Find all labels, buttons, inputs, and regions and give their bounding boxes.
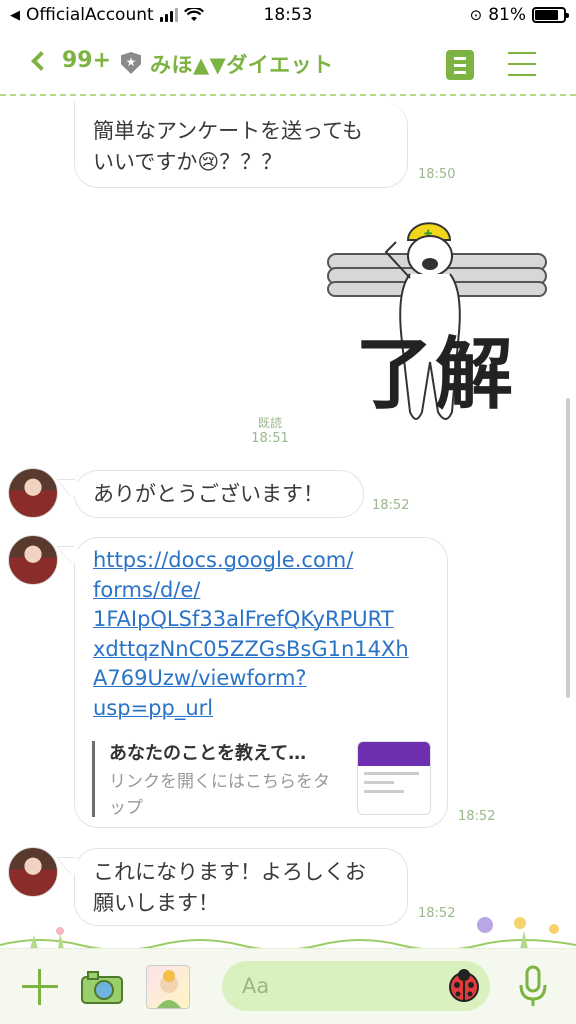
link-line[interactable]: forms/d/e/ xyxy=(93,576,429,606)
avatar[interactable] xyxy=(8,535,58,585)
unread-count: 99+ xyxy=(62,48,112,73)
preview-thumbnail xyxy=(357,741,431,815)
link-line[interactable]: A769Uzw/viewform? xyxy=(93,664,429,694)
battery-percent: 81% xyxy=(488,5,526,25)
preview-title: あなたのことを教えて… xyxy=(109,743,307,764)
battery-icon xyxy=(532,7,569,23)
read-receipt: 既読 18:51 xyxy=(250,414,290,446)
link-line[interactable]: usp=pp_url xyxy=(93,694,429,724)
input-bar xyxy=(0,948,576,1024)
camera-icon[interactable] xyxy=(80,969,124,1005)
message-time: 18:52 xyxy=(372,498,410,513)
message-text: ありがとうございます！ xyxy=(93,482,324,506)
link-line[interactable]: xdttqzNnC05ZZGsBsG1n14Xh xyxy=(93,635,429,665)
message-time: 18:50 xyxy=(418,167,456,182)
sticker-picker-icon[interactable] xyxy=(146,965,190,1009)
back-button[interactable]: 99+ xyxy=(28,48,111,73)
status-bar: ◀ OfficialAccount 18:53 ⊙ 81% xyxy=(0,0,576,32)
link-preview[interactable]: あなたのことを教えて… リンクを開くにはこちらをタップ xyxy=(92,741,432,818)
avatar[interactable] xyxy=(8,468,58,518)
link-line[interactable]: https://docs.google.com/ xyxy=(93,546,429,576)
avatar[interactable] xyxy=(8,847,58,897)
shield-star-icon: ★ xyxy=(121,52,141,74)
read-label: 既読 xyxy=(257,416,282,430)
ladybug-emoji-icon[interactable] xyxy=(446,967,482,1003)
message-time: 18:52 xyxy=(458,809,496,824)
chevron-left-icon xyxy=(31,50,51,71)
hamburger-menu-icon[interactable] xyxy=(508,52,536,76)
chat-header: 99+ ★ みほ▲▼ダイエット xyxy=(0,32,576,96)
note-button[interactable] xyxy=(446,50,474,80)
rotation-lock-icon: ⊙ xyxy=(469,6,483,24)
message-text-line: 簡単なアンケートを送っても xyxy=(93,119,364,143)
message-text-line: いいですか😢？？？ xyxy=(93,150,283,174)
status-right: ⊙ 81% xyxy=(469,5,569,25)
battery-fill xyxy=(535,10,558,20)
chat-title[interactable]: みほ▲▼ダイエット xyxy=(150,49,334,79)
sticker-text: 了解 xyxy=(355,330,516,420)
flower-decoration xyxy=(0,917,576,950)
plus-icon[interactable] xyxy=(22,969,58,1005)
message-time: 18:51 xyxy=(251,431,289,446)
message-bubble[interactable]: 簡単なアンケートを送っても いいですか😢？？？ xyxy=(74,102,408,188)
preview-description: リンクを開くにはこちらをタップ xyxy=(109,772,330,818)
microphone-icon[interactable] xyxy=(518,965,548,1007)
link-text[interactable]: https://docs.google.com/ forms/d/e/ 1FAI… xyxy=(93,546,429,723)
chat-area[interactable]: 簡単なアンケートを送っても いいですか😢？？？ 18:50 ✚ 了解 既読 18… xyxy=(0,98,576,948)
scrollbar[interactable] xyxy=(566,398,570,698)
link-line[interactable]: 1FAIpQLSf33alFrefQKyRPURT xyxy=(93,605,429,635)
message-bubble[interactable]: ありがとうございます！ xyxy=(74,470,364,518)
message-text-line: これになります！よろしくお xyxy=(93,860,366,884)
